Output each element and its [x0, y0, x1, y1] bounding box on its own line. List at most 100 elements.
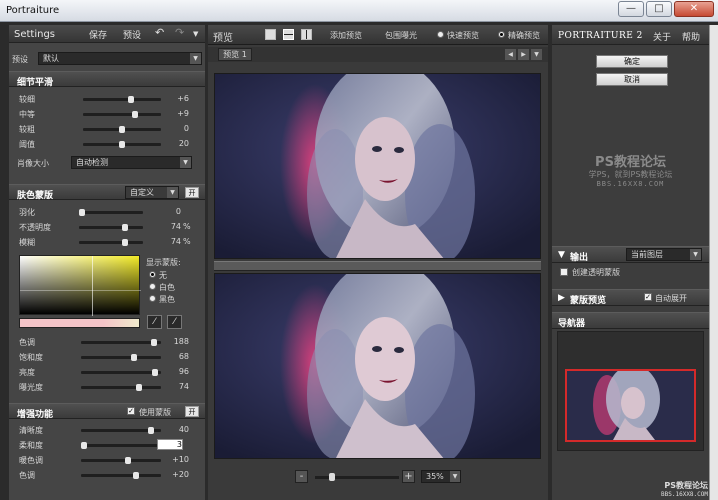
enhance-slider-2-track[interactable] — [81, 459, 161, 462]
preview-divider[interactable] — [214, 261, 541, 271]
auto-expand-checkbox[interactable]: ✓ — [644, 293, 652, 301]
redo-icon[interactable]: ↷ — [175, 26, 184, 39]
create-mask-checkbox[interactable] — [560, 268, 568, 276]
portrait-size-dropdown[interactable]: 自动检测 ▼ — [71, 156, 192, 169]
preview-before-image[interactable] — [214, 73, 541, 259]
use-mask-checkbox[interactable]: ✓ — [127, 407, 135, 415]
enhance-slider-1-value: 3 — [157, 439, 183, 450]
enhancements-header[interactable]: 增强功能 ✓ 使用蒙版 开 — [9, 403, 205, 420]
preset-value: 默认 — [43, 54, 59, 63]
color-slider-2-track[interactable] — [81, 371, 161, 374]
enhance-slider-3-row: 色调 +20 — [9, 468, 205, 482]
about-button[interactable]: 关于 — [653, 30, 671, 43]
color-slider-0-knob[interactable] — [150, 339, 157, 346]
zoom-bar: - + 35% ▼ — [208, 468, 548, 488]
preset-dropdown[interactable]: 默认 ▼ — [38, 52, 202, 65]
skin-slider-1-track[interactable] — [79, 226, 143, 229]
output-panel: PORTRAITURE 2 关于 帮助 确定 取消 PS教程论坛 学PS，就到P… — [552, 25, 709, 500]
enhance-slider-2-value: +10 — [172, 455, 189, 464]
color-slider-3-knob[interactable] — [135, 384, 142, 391]
skin-slider-0-knob[interactable] — [79, 209, 85, 216]
skin-mask-toggle[interactable]: 开 — [185, 187, 199, 198]
preview-after-image[interactable] — [214, 273, 541, 459]
detail-slider-1-track[interactable] — [83, 113, 161, 116]
fast-preview-radio[interactable] — [437, 31, 444, 38]
preview-toolbar: 预览 添加预览 包围曝光 快速预览 精确预览 — [208, 25, 548, 45]
color-slider-1-knob[interactable] — [131, 354, 138, 361]
minimize-button[interactable]: — — [618, 1, 644, 17]
chevron-down-icon: ▼ — [450, 471, 460, 482]
mask-option-radio-0[interactable] — [149, 271, 156, 278]
navigator-thumbnail[interactable] — [565, 369, 696, 442]
color-slider-1-track[interactable] — [81, 356, 161, 359]
color-slider-2-knob[interactable] — [152, 369, 159, 376]
brand-suffix: URE 2 — [610, 31, 643, 41]
enhance-slider-2-knob[interactable] — [125, 457, 132, 464]
split-horizontal-icon[interactable] — [283, 29, 294, 40]
enhance-slider-3-value: +20 — [172, 470, 189, 479]
accurate-preview-radio[interactable] — [498, 31, 505, 38]
mask-preview-label: 蒙版预览 — [570, 296, 607, 306]
close-button[interactable]: ✕ — [674, 1, 714, 17]
detail-slider-1-knob[interactable] — [131, 111, 138, 118]
skin-slider-1-knob[interactable] — [121, 224, 128, 231]
zoom-value-dropdown[interactable]: 35% ▼ — [421, 470, 461, 483]
skin-mode-dropdown[interactable]: 自定义 ▼ — [125, 186, 179, 199]
skin-mask-header[interactable]: 肤色蒙版 自定义 ▼ 开 — [9, 184, 205, 201]
enhance-slider-3-knob[interactable] — [132, 472, 139, 479]
skin-slider-2-track[interactable] — [79, 241, 143, 244]
enhance-slider-0-knob[interactable] — [147, 427, 154, 434]
zoom-in-button[interactable]: + — [402, 470, 415, 483]
mask-option-radio-2[interactable] — [149, 295, 156, 302]
window-scrollbar[interactable] — [709, 25, 718, 500]
enhance-slider-1-track[interactable] — [81, 444, 161, 447]
enhance-slider-3-track[interactable] — [81, 474, 161, 477]
undo-icon[interactable]: ↶ — [155, 26, 164, 39]
eyedropper-plus-icon[interactable]: ⁄ — [167, 315, 182, 329]
detail-slider-0-row: 较细 +6 — [9, 92, 205, 106]
single-view-icon[interactable] — [265, 29, 276, 40]
skin-slider-0-track[interactable] — [79, 211, 143, 214]
add-preview-button[interactable]: 添加预览 — [330, 30, 362, 41]
watermark-subtitle: 学PS，就到PS教程论坛 — [588, 170, 673, 179]
skin-slider-2-knob[interactable] — [121, 239, 128, 246]
clip-exposure-button[interactable]: 包围曝光 — [385, 30, 417, 41]
preset-button[interactable]: 预设 — [123, 28, 141, 41]
save-button[interactable]: 保存 — [89, 28, 107, 41]
skin-color-picker[interactable] — [19, 255, 141, 316]
color-slider-3-row: 曝光度 74 — [9, 380, 205, 394]
preview-tab[interactable]: 预览 1 — [218, 48, 252, 61]
eyedropper-icon[interactable]: ⁄ — [147, 315, 162, 329]
cancel-button[interactable]: 取消 — [596, 73, 668, 86]
zoom-slider-knob[interactable] — [329, 473, 336, 481]
tab-prev-icon[interactable]: ◀ — [505, 49, 516, 60]
detail-slider-0-track[interactable] — [83, 98, 161, 101]
skin-mask-title: 肤色蒙版 — [17, 191, 54, 201]
split-vertical-icon[interactable] — [301, 29, 312, 40]
output-dropdown[interactable]: 当前图层 ▼ — [626, 248, 702, 261]
navigator-header[interactable]: 导航器 — [552, 312, 709, 329]
maximize-button[interactable]: □ — [646, 1, 672, 17]
settings-menu-icon[interactable]: ▼ — [193, 30, 198, 38]
detail-slider-0-knob[interactable] — [127, 96, 134, 103]
color-slider-3-track[interactable] — [81, 386, 161, 389]
enhance-slider-1-knob[interactable] — [81, 442, 87, 449]
output-header[interactable]: ▼ 输出 当前图层 ▼ — [552, 246, 709, 263]
detail-slider-2-value: 0 — [183, 124, 189, 133]
zoom-out-button[interactable]: - — [295, 470, 308, 483]
portrait-size-label: 肖像大小 — [17, 159, 49, 168]
ok-button[interactable]: 确定 — [596, 55, 668, 68]
zoom-slider-track[interactable] — [315, 476, 399, 479]
detail-slider-3-knob[interactable] — [119, 141, 125, 148]
mask-option-label-1: 白色 — [159, 283, 175, 292]
tab-menu-icon[interactable]: ▼ — [531, 49, 542, 60]
mask-preview-header[interactable]: ▶ 蒙版预览 ✓ 自动展开 — [552, 289, 709, 306]
help-button[interactable]: 帮助 — [682, 30, 700, 43]
detail-smoothing-header[interactable]: 细节平滑 — [9, 71, 205, 88]
mask-option-radio-1[interactable] — [149, 283, 156, 290]
tab-next-icon[interactable]: ▶ — [518, 49, 529, 60]
enhancements-toggle[interactable]: 开 — [185, 406, 199, 417]
detail-slider-2-knob[interactable] — [119, 126, 125, 133]
color-slider-0-track[interactable] — [81, 341, 161, 344]
skin-tone-bar[interactable] — [19, 318, 140, 328]
